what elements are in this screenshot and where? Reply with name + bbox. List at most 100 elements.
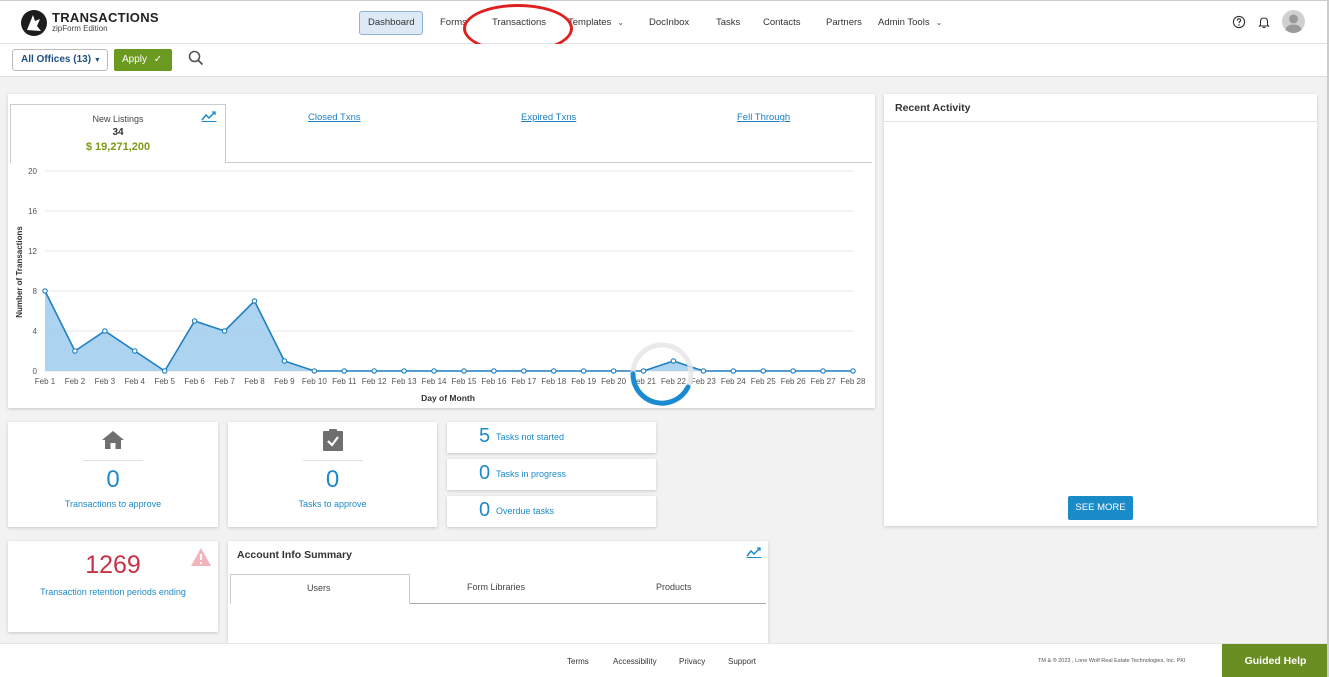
data-point[interactable] xyxy=(550,368,557,374)
caret-down-icon: ▼ xyxy=(93,57,101,64)
recent-activity-panel: Recent Activity SEE MORE xyxy=(884,94,1317,526)
data-point[interactable] xyxy=(580,368,587,374)
retention-card[interactable]: 1269 Transaction retention periods endin… xyxy=(8,541,218,632)
bell-icon[interactable] xyxy=(1257,15,1271,29)
chevron-down-icon: ⌄ xyxy=(935,18,943,27)
card-divider xyxy=(83,460,143,461)
apply-label: Apply xyxy=(122,54,148,65)
avatar-icon xyxy=(1285,14,1302,33)
data-point[interactable] xyxy=(281,358,288,364)
overdue-tasks-count: 0 xyxy=(479,499,491,521)
x-tick-label: Feb 15 xyxy=(452,377,477,386)
data-point[interactable] xyxy=(221,328,228,334)
nav-forms[interactable]: Forms xyxy=(440,11,467,35)
data-point[interactable] xyxy=(730,368,737,374)
data-point[interactable] xyxy=(790,368,796,374)
apply-button[interactable]: Apply ✓ xyxy=(114,49,172,71)
footer-terms-link[interactable]: Terms xyxy=(567,657,589,666)
x-axis-label: Day of Month xyxy=(421,393,475,403)
data-point[interactable] xyxy=(700,368,707,374)
data-point[interactable] xyxy=(42,288,48,294)
help-icon[interactable] xyxy=(1232,15,1246,29)
loading-spinner xyxy=(630,342,694,406)
nav-tasks[interactable]: Tasks xyxy=(716,11,740,35)
data-point[interactable] xyxy=(102,328,108,334)
data-point[interactable] xyxy=(341,368,348,374)
data-point[interactable] xyxy=(640,368,647,374)
x-tick-label: Feb 27 xyxy=(811,377,836,386)
data-point[interactable] xyxy=(431,368,437,374)
data-point[interactable] xyxy=(311,368,318,374)
y-tick-label: 20 xyxy=(28,167,37,176)
transactions-area-chart: 0 4 8 12 16 20 Feb 1 Feb 2 Feb 3 Feb 4 Feb 5 Feb 6… xyxy=(15,167,866,406)
tab-products[interactable]: Products xyxy=(656,582,692,592)
data-point[interactable] xyxy=(670,358,677,364)
tasks-to-approve-card[interactable]: 0 Tasks to approve xyxy=(228,422,437,527)
data-point[interactable] xyxy=(820,368,826,374)
nav-templates[interactable]: Templates ⌄ xyxy=(568,11,624,35)
x-tick-label: Feb 5 xyxy=(154,377,175,386)
retention-count: 1269 xyxy=(85,551,141,579)
see-more-button[interactable]: SEE MORE xyxy=(1068,496,1133,520)
footer-privacy-link[interactable]: Privacy xyxy=(679,657,705,666)
data-point[interactable] xyxy=(161,368,168,374)
data-point[interactable] xyxy=(401,368,407,374)
guided-help-button[interactable]: Guided Help xyxy=(1222,644,1329,677)
top-navigation-bar: TRANSACTIONS zipForm Edition Dashboard F… xyxy=(0,0,1329,44)
tasks-not-started-label: Tasks not started xyxy=(496,432,565,442)
data-point[interactable] xyxy=(521,368,527,374)
tasks-in-progress-card[interactable]: 0 Tasks in progress xyxy=(447,459,656,490)
chart-x-ticks: Feb 1 Feb 2 Feb 3 Feb 4 Feb 5 Feb 6 Feb 7 Feb 8… xyxy=(35,377,866,386)
nav-docinbox[interactable]: DocInbox xyxy=(649,11,689,35)
tasks-in-progress-label: Tasks in progress xyxy=(496,469,567,479)
data-point[interactable] xyxy=(251,298,258,304)
data-point[interactable] xyxy=(850,368,856,374)
footer-accessibility-link[interactable]: Accessibility xyxy=(613,657,657,666)
card-divider xyxy=(303,460,363,461)
data-point[interactable] xyxy=(491,368,497,374)
data-point[interactable] xyxy=(132,348,138,354)
x-tick-label: Feb 4 xyxy=(125,377,146,386)
footer-support-link[interactable]: Support xyxy=(728,657,756,666)
user-avatar[interactable] xyxy=(1282,10,1305,33)
trend-chart-icon[interactable] xyxy=(746,546,762,558)
x-tick-label: Feb 12 xyxy=(362,377,387,386)
nav-transactions[interactable]: Transactions xyxy=(492,11,546,35)
data-point[interactable] xyxy=(461,368,467,374)
x-tick-label: Feb 22 xyxy=(661,377,686,386)
account-info-title: Account Info Summary xyxy=(237,549,352,561)
chevron-down-icon: ⌄ xyxy=(617,18,625,27)
copyright-text: TM & ® 2023 , Lone Wolf Real Estate Tech… xyxy=(1038,658,1186,664)
transactions-to-approve-card[interactable]: 0 Transactions to approve xyxy=(8,422,218,527)
data-point[interactable] xyxy=(72,348,78,354)
x-tick-label: Feb 9 xyxy=(274,377,295,386)
app-logo[interactable]: TRANSACTIONS zipForm Edition xyxy=(20,9,160,39)
nav-contacts[interactable]: Contacts xyxy=(763,11,801,35)
transactions-to-approve-count: 0 xyxy=(106,466,120,493)
data-point[interactable] xyxy=(191,318,198,324)
tab-form-libraries[interactable]: Form Libraries xyxy=(467,582,525,592)
tasks-in-progress-count: 0 xyxy=(479,462,491,484)
search-icon[interactable] xyxy=(188,50,204,66)
x-tick-label: Feb 14 xyxy=(422,377,447,386)
nav-partners[interactable]: Partners xyxy=(826,11,862,35)
nav-admin-tools[interactable]: Admin Tools ⌄ xyxy=(878,11,942,35)
nav-dashboard[interactable]: Dashboard xyxy=(359,11,424,35)
clipboard-check-icon xyxy=(322,429,343,451)
house-icon xyxy=(102,431,124,449)
chart-gridlines xyxy=(45,170,853,372)
x-tick-label: Feb 17 xyxy=(511,377,536,386)
data-point[interactable] xyxy=(610,368,617,374)
tab-users[interactable]: Users xyxy=(307,583,331,593)
recent-activity-list xyxy=(884,122,1317,492)
data-point[interactable] xyxy=(371,368,377,374)
data-point[interactable] xyxy=(760,368,766,374)
x-tick-label: Feb 24 xyxy=(721,377,746,386)
y-tick-label: 8 xyxy=(33,287,38,296)
tasks-not-started-card[interactable]: 5 Tasks not started xyxy=(447,422,656,453)
tasks-to-approve-count: 0 xyxy=(325,466,340,493)
x-tick-label: Feb 11 xyxy=(332,377,357,386)
office-select[interactable]: All Offices (13) ▼ xyxy=(12,49,108,71)
x-tick-label: Feb 18 xyxy=(541,377,566,386)
overdue-tasks-card[interactable]: 0 Overdue tasks xyxy=(447,496,656,527)
